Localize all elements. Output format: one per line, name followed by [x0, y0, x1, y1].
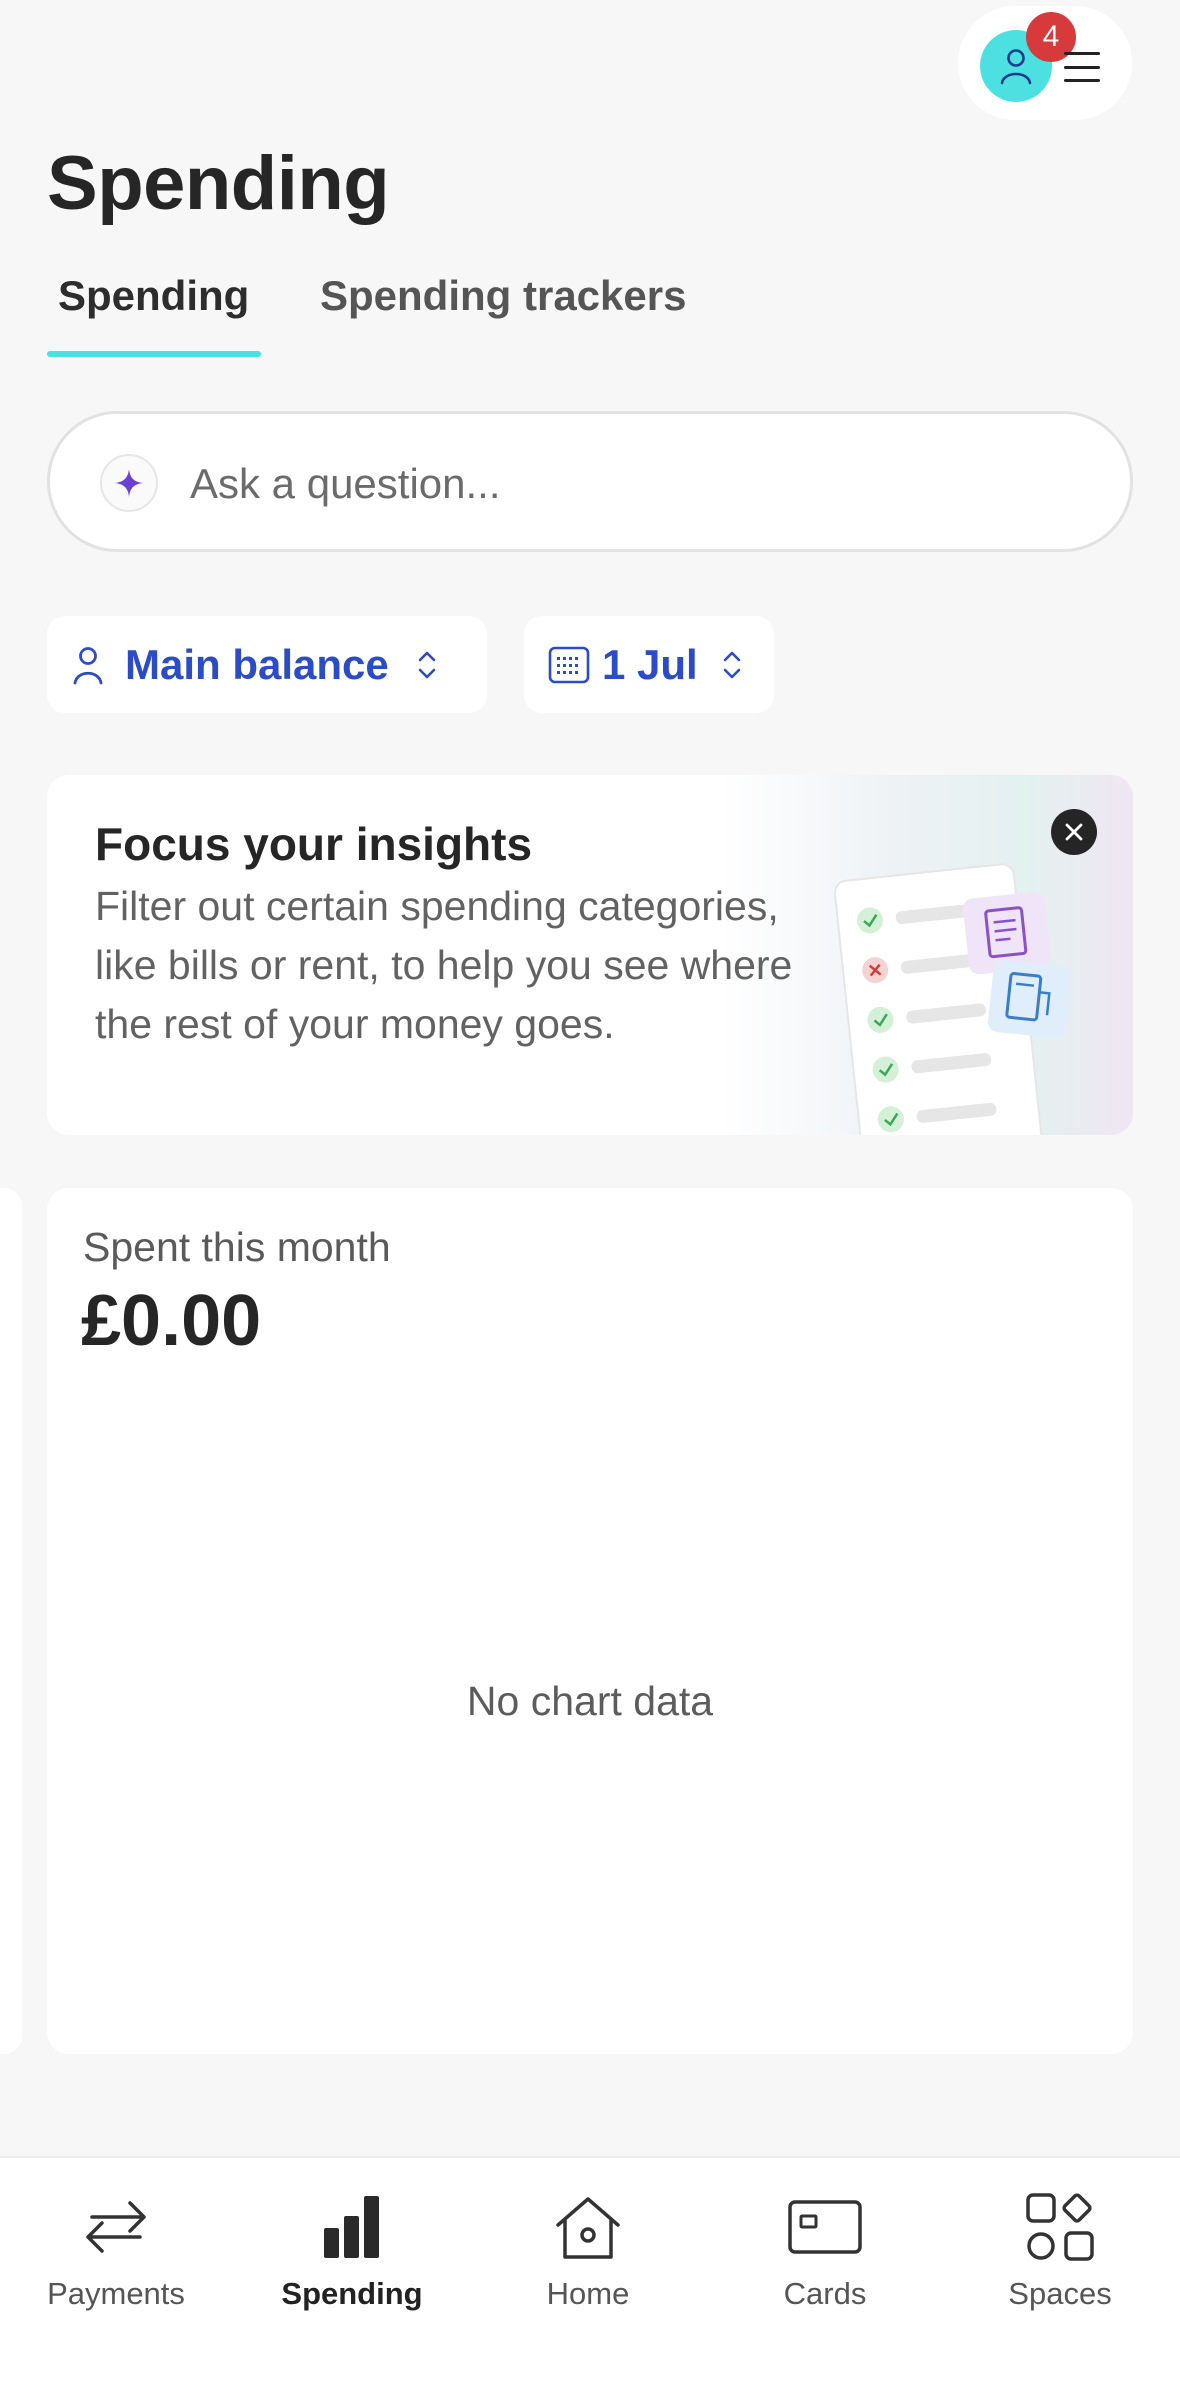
profile-menu-pill[interactable]: 4 — [958, 6, 1132, 120]
tab-spending-trackers[interactable]: Spending trackers — [320, 272, 686, 320]
nav-label: Spending — [281, 2276, 423, 2311]
person-icon — [73, 645, 103, 685]
bar-chart-icon — [252, 2182, 452, 2272]
person-icon — [1000, 49, 1032, 85]
calendar-icon — [548, 645, 590, 685]
spent-label: Spent this month — [83, 1224, 391, 1270]
previous-card-edge[interactable] — [0, 1188, 22, 2054]
nav-label: Spaces — [1008, 2276, 1112, 2311]
checklist-illustration-icon — [833, 863, 1072, 1135]
spending-screen: 4 Spending Spending Spending trackers As… — [0, 0, 1180, 2396]
insight-body: Filter out certain spending categories, … — [95, 883, 793, 1047]
ask-question-input[interactable]: Ask a question... — [47, 411, 1133, 552]
tab-spending[interactable]: Spending — [58, 272, 249, 320]
hamburger-menu-icon[interactable] — [1064, 52, 1100, 82]
spent-amount: £0.00 — [81, 1281, 262, 1361]
chevron-updown-icon — [417, 648, 437, 682]
date-selector-label: 1 Jul — [602, 640, 698, 688]
close-icon[interactable] — [1051, 809, 1097, 855]
card-icon — [725, 2182, 925, 2272]
nav-label: Payments — [47, 2276, 185, 2311]
spaces-grid-icon — [960, 2182, 1160, 2272]
page-title: Spending — [47, 141, 390, 226]
insight-title: Focus your insights — [95, 818, 533, 870]
nav-label: Home — [546, 2276, 630, 2311]
nav-home[interactable]: Home — [488, 2182, 688, 2312]
chevron-updown-icon — [722, 648, 742, 682]
nav-spaces[interactable]: Spaces — [960, 2182, 1160, 2312]
date-selector[interactable]: 1 Jul — [524, 616, 774, 713]
home-icon — [488, 2182, 688, 2272]
sparkle-icon — [100, 454, 158, 512]
account-selector[interactable]: Main balance — [47, 616, 487, 713]
insight-card: Focus your insights Filter out certain s… — [47, 775, 1133, 1135]
nav-payments[interactable]: Payments — [16, 2182, 216, 2312]
bottom-navigation: Payments Spending Home Cards Spaces — [0, 2156, 1180, 2396]
spent-card: Spent this month £0.00 No chart data — [47, 1188, 1133, 2054]
active-tab-indicator — [47, 351, 261, 357]
nav-label: Cards — [783, 2276, 867, 2311]
nav-spending[interactable]: Spending — [252, 2182, 452, 2312]
account-selector-label: Main balance — [125, 640, 389, 688]
search-placeholder: Ask a question... — [190, 460, 501, 507]
no-chart-data-message: No chart data — [466, 1678, 714, 1724]
transfer-arrows-icon — [16, 2182, 216, 2272]
nav-cards[interactable]: Cards — [725, 2182, 925, 2312]
